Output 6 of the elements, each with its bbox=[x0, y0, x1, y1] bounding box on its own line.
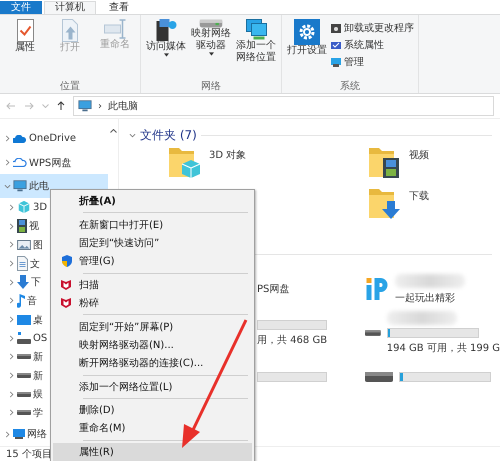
drive-usage-text: 194 GB 可用，共 199 G bbox=[386, 342, 500, 355]
drive-usage-text: 用，共 468 GB bbox=[257, 334, 328, 346]
group-label: 系统 bbox=[339, 80, 361, 93]
device-detail: 一起玩出精彩 bbox=[395, 292, 456, 304]
group-label: 网络 bbox=[200, 80, 222, 93]
group-label: 位置 bbox=[59, 80, 81, 93]
